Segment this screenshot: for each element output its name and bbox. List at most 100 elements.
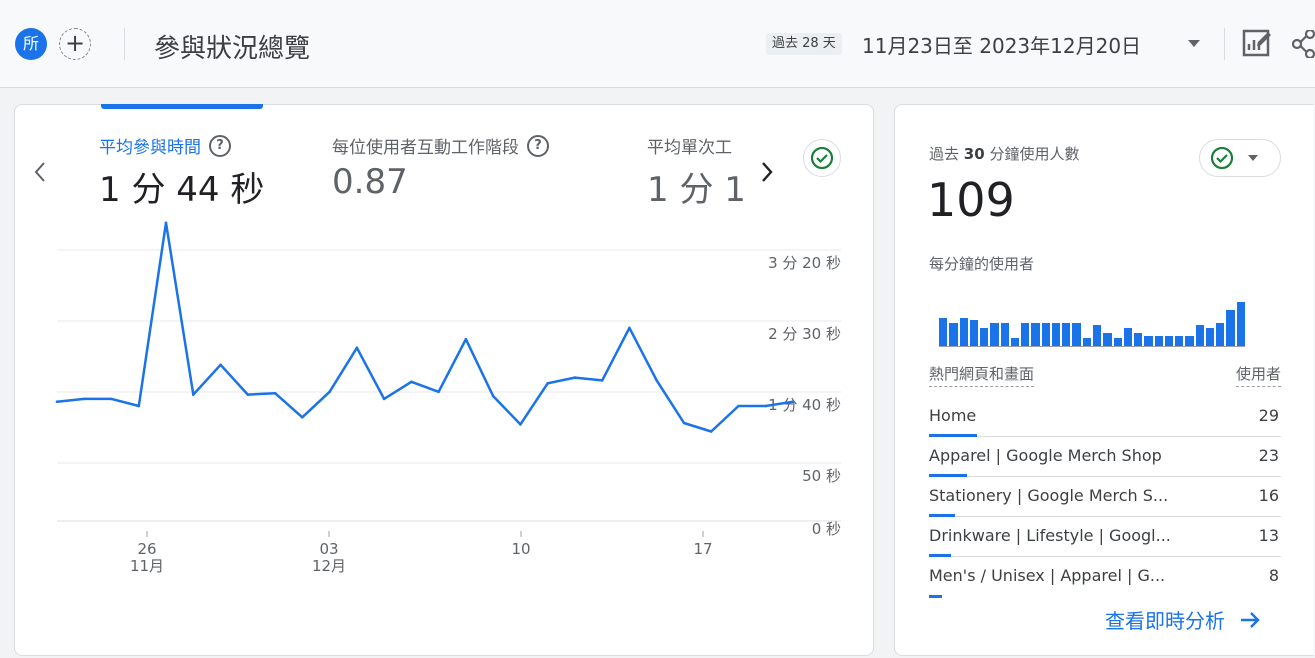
minute-bar[interactable] bbox=[1123, 328, 1133, 346]
data-point[interactable] bbox=[682, 421, 686, 425]
data-point[interactable] bbox=[600, 379, 604, 382]
data-point[interactable] bbox=[464, 337, 468, 341]
minute-bar[interactable] bbox=[1103, 333, 1112, 346]
y-tick-label: 0 秒 bbox=[812, 520, 841, 538]
data-point[interactable] bbox=[491, 394, 495, 398]
minute-bar[interactable] bbox=[1113, 338, 1122, 346]
data-point[interactable] bbox=[573, 376, 577, 379]
minute-bar[interactable] bbox=[1000, 323, 1009, 346]
y-tick-label: 50 秒 bbox=[802, 467, 841, 485]
data-point[interactable] bbox=[137, 404, 141, 408]
series-line[interactable] bbox=[56, 221, 794, 433]
user-count: 23 bbox=[1258, 446, 1279, 465]
minute-bar[interactable] bbox=[1051, 323, 1061, 346]
realtime-card: 過去 30 分鐘使用人數 109 每分鐘的使用者 熱門網頁和畫面 使用者 Hom… bbox=[894, 104, 1314, 656]
edit-report-icon[interactable] bbox=[1242, 28, 1272, 62]
table-row[interactable]: Men's / Unisex | Apparel | G... 8 bbox=[929, 557, 1281, 598]
data-point[interactable] bbox=[519, 423, 522, 426]
minute-bar[interactable] bbox=[1195, 325, 1204, 346]
minute-bar[interactable] bbox=[969, 320, 979, 346]
data-point[interactable] bbox=[709, 430, 713, 433]
table-row[interactable]: Apparel | Google Merch Shop 23 bbox=[929, 437, 1281, 477]
user-count: 16 bbox=[1258, 486, 1279, 505]
property-avatar[interactable]: 所 bbox=[15, 28, 47, 60]
minute-bar[interactable] bbox=[1062, 323, 1071, 346]
data-point[interactable] bbox=[791, 400, 795, 404]
realtime-check-dropdown[interactable] bbox=[1199, 139, 1281, 177]
top-pages-table-header: 熱門網頁和畫面 使用者 bbox=[929, 363, 1281, 387]
minute-bar[interactable] bbox=[1154, 336, 1163, 346]
view-realtime-link[interactable]: 查看即時分析 bbox=[1105, 605, 1261, 634]
minute-bar[interactable] bbox=[1082, 338, 1091, 346]
x-tick-label: 17 bbox=[693, 540, 712, 558]
minute-bar[interactable] bbox=[990, 323, 999, 346]
users-column-header[interactable]: 使用者 bbox=[1235, 363, 1281, 387]
data-point[interactable] bbox=[273, 391, 277, 395]
y-tick-label: 2 分 30 秒 bbox=[768, 325, 841, 343]
minute-bar[interactable] bbox=[1144, 336, 1153, 346]
share-icon[interactable] bbox=[1291, 28, 1315, 62]
minute-bar[interactable] bbox=[1031, 323, 1040, 346]
minute-bar[interactable] bbox=[1226, 310, 1235, 346]
engagement-time-card: 平均參與時間 ? 1 分 44 秒 每位使用者互動工作階段 ? 0.87 平均單… bbox=[14, 104, 874, 656]
data-point[interactable] bbox=[164, 221, 168, 225]
page-name: Stationery | Google Merch S... bbox=[929, 486, 1169, 505]
data-point[interactable] bbox=[382, 397, 386, 401]
table-row[interactable]: Stationery | Google Merch S... 16 bbox=[929, 477, 1281, 517]
user-count: 29 bbox=[1258, 406, 1279, 425]
chevron-down-icon bbox=[1248, 155, 1258, 161]
header-divider-2 bbox=[1224, 28, 1225, 60]
data-point[interactable] bbox=[328, 390, 331, 394]
user-count: 8 bbox=[1268, 566, 1279, 585]
minute-bar[interactable] bbox=[939, 318, 948, 346]
minute-bar[interactable] bbox=[959, 318, 968, 346]
minute-bar[interactable] bbox=[1072, 323, 1081, 346]
page-title: 參與狀況總覽 bbox=[154, 34, 311, 64]
minute-bar[interactable] bbox=[1041, 323, 1050, 346]
minute-bar[interactable] bbox=[949, 323, 958, 346]
data-point[interactable] bbox=[546, 382, 549, 385]
y-tick-label: 3 分 20 秒 bbox=[768, 254, 841, 272]
share-bar bbox=[929, 595, 942, 598]
minute-bar[interactable] bbox=[1175, 336, 1184, 346]
realtime-users-label: 過去 30 分鐘使用人數 bbox=[929, 145, 1080, 163]
data-point[interactable] bbox=[219, 363, 222, 367]
minute-bar[interactable] bbox=[1164, 336, 1174, 346]
minute-bar[interactable] bbox=[1236, 302, 1245, 346]
chevron-down-icon[interactable] bbox=[1188, 40, 1200, 47]
table-row[interactable]: Drinkware | Lifestyle | Googl... 13 bbox=[929, 517, 1281, 557]
minute-bar[interactable] bbox=[1185, 336, 1194, 346]
minute-bar[interactable] bbox=[1205, 328, 1215, 346]
data-point[interactable] bbox=[110, 397, 113, 401]
minute-bar[interactable] bbox=[1092, 325, 1102, 346]
data-point[interactable] bbox=[83, 397, 86, 401]
data-point[interactable] bbox=[410, 380, 413, 384]
data-point[interactable] bbox=[764, 404, 767, 408]
minute-bar[interactable] bbox=[1216, 323, 1225, 346]
minute-bar[interactable] bbox=[1134, 333, 1143, 346]
x-tick-label: 03 bbox=[319, 540, 338, 558]
minute-bar[interactable] bbox=[980, 328, 989, 346]
page-name: Men's / Unisex | Apparel | G... bbox=[929, 566, 1166, 585]
header-divider bbox=[124, 28, 125, 60]
data-point[interactable] bbox=[301, 416, 304, 419]
data-point[interactable] bbox=[246, 393, 250, 396]
data-point[interactable] bbox=[55, 400, 59, 404]
users-per-minute-label: 每分鐘的使用者 bbox=[929, 255, 1035, 273]
date-range-text[interactable]: 11月23日至 2023年12月20日 bbox=[862, 30, 1141, 59]
data-point[interactable] bbox=[355, 346, 359, 350]
data-point[interactable] bbox=[192, 393, 195, 396]
x-tick-label: 10 bbox=[511, 540, 530, 558]
top-pages-column-header[interactable]: 熱門網頁和畫面 bbox=[929, 363, 1035, 387]
minute-bar[interactable] bbox=[1021, 323, 1030, 346]
table-row[interactable]: Home 29 bbox=[929, 397, 1281, 437]
data-point[interactable] bbox=[655, 379, 658, 382]
x-tick-month-label: 12月 bbox=[312, 557, 346, 575]
minute-bar[interactable] bbox=[1010, 338, 1020, 346]
date-range-chip[interactable]: 過去 28 天 bbox=[766, 33, 842, 55]
data-point[interactable] bbox=[437, 390, 440, 394]
engagement-time-line-chart: 3 分 20 秒2 分 30 秒1 分 40 秒50 秒0 秒2611月0312… bbox=[55, 221, 841, 575]
data-point[interactable] bbox=[628, 326, 631, 330]
data-point[interactable] bbox=[737, 404, 740, 408]
add-comparison-button[interactable]: + bbox=[59, 28, 91, 60]
